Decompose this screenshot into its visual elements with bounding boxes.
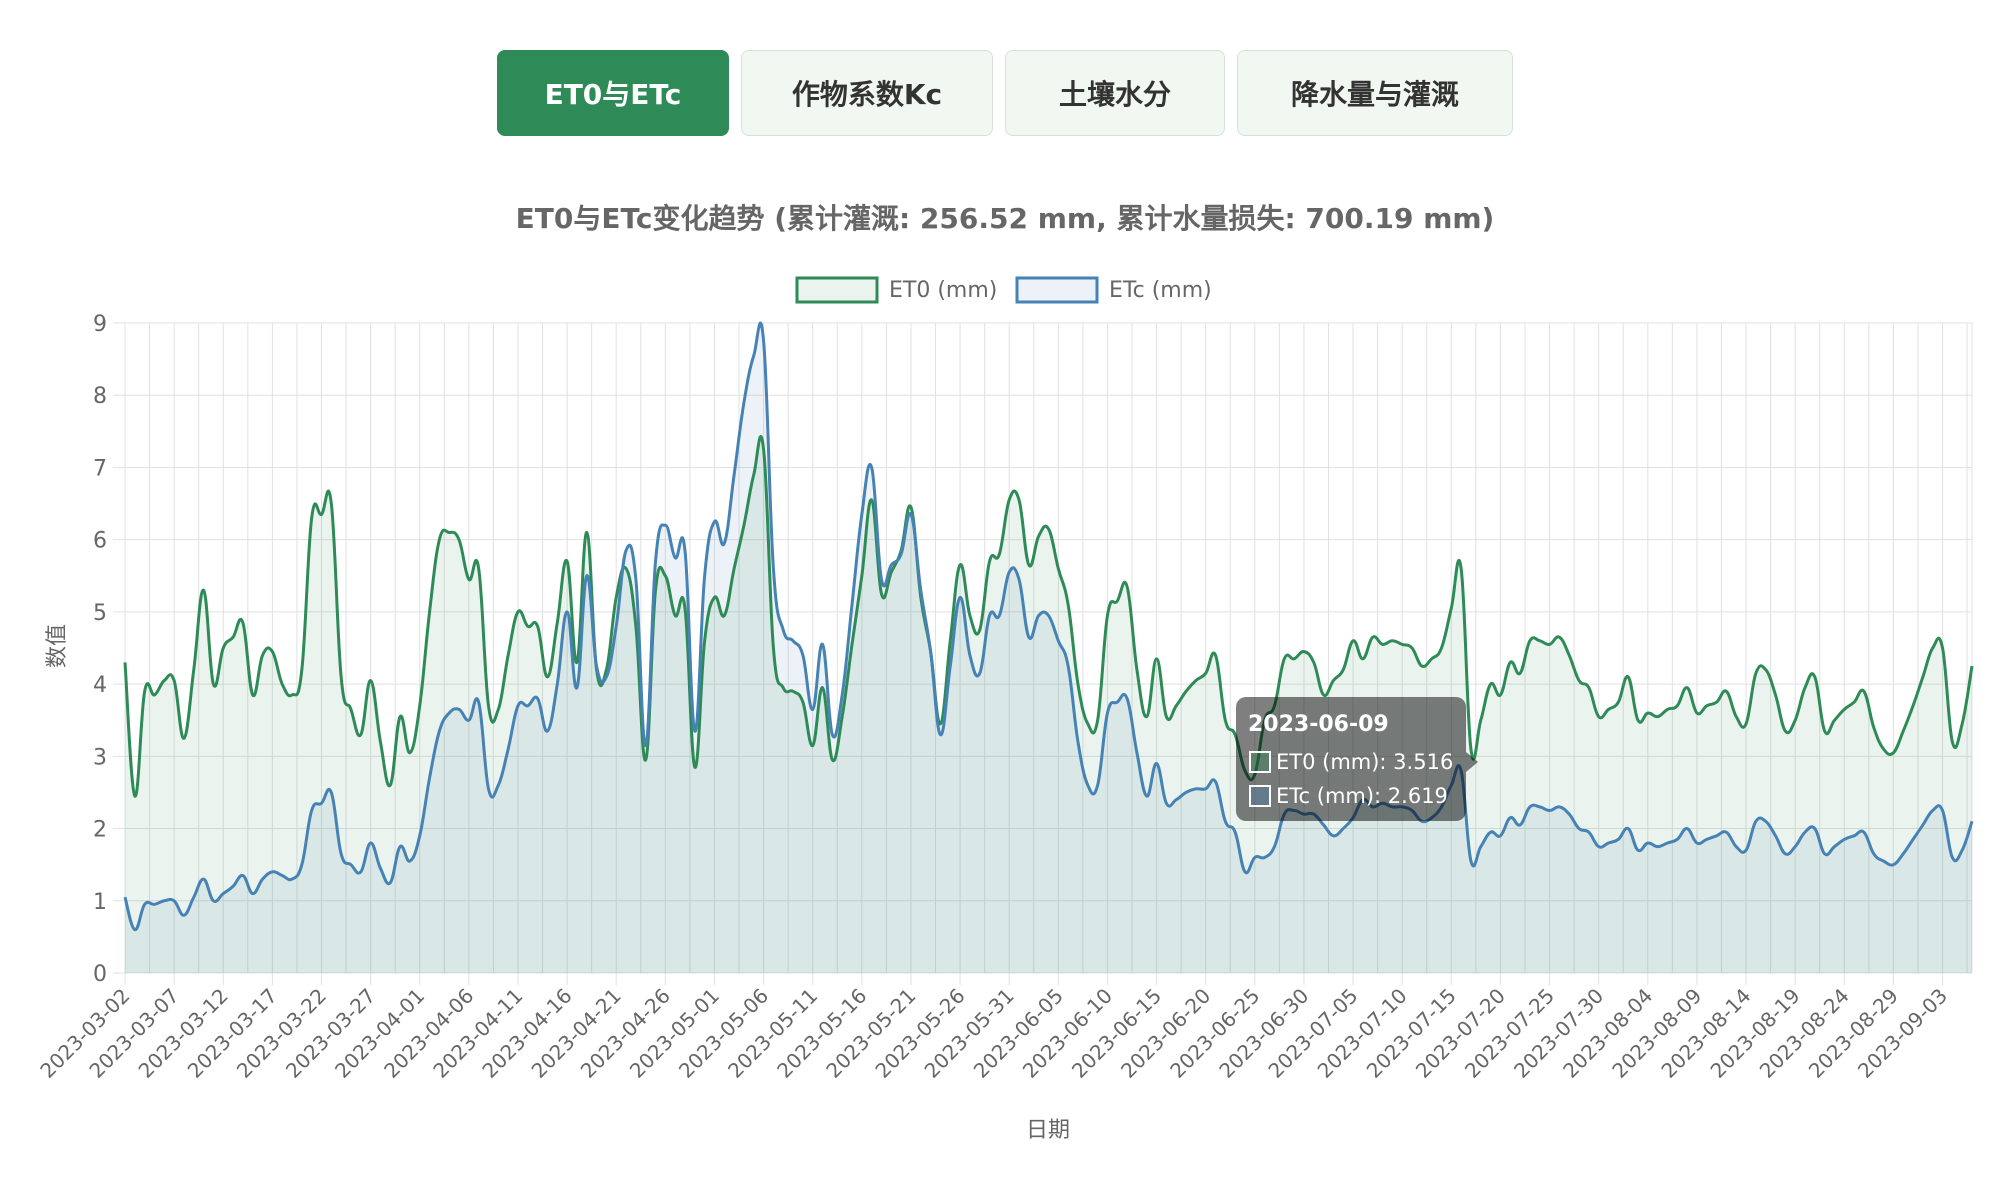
y-tick-label: 1 (93, 890, 107, 915)
y-axis-title: 数值 (45, 624, 70, 668)
y-tick-label: 2 (93, 818, 107, 843)
y-tick-label: 9 (93, 312, 107, 337)
legend-label-etc[interactable]: ETc (mm) (1109, 278, 1212, 303)
tooltip-title: 2023-06-09 (1248, 712, 1389, 737)
et-chart: ET0与ETc变化趋势 (累计灌溉: 256.52 mm, 累计水量损失: 70… (35, 202, 1974, 1143)
y-tick-label: 5 (93, 601, 107, 626)
y-tick-label: 7 (93, 456, 107, 481)
legend-swatch-etc[interactable] (1015, 276, 1099, 304)
x-axis-title: 日期 (1026, 1118, 1070, 1143)
y-tick-label: 8 (93, 384, 107, 409)
legend: ET0 (mm) ETc (mm) (795, 276, 1212, 304)
y-tick-label: 3 (93, 745, 107, 770)
legend-label-et0[interactable]: ET0 (mm) (889, 278, 997, 303)
y-tick-label: 0 (93, 962, 107, 987)
legend-swatch-et0[interactable] (795, 276, 879, 304)
y-tick-label: 6 (93, 529, 107, 554)
chart-title: ET0与ETc变化趋势 (累计灌溉: 256.52 mm, 累计水量损失: 70… (516, 202, 1495, 235)
series-area (123, 321, 1974, 974)
tooltip-swatch-etc (1249, 785, 1271, 807)
y-tick-label: 4 (93, 673, 107, 698)
series-fill-etc (125, 323, 1972, 974)
tooltip-line-etc: ETc (mm): 2.619 (1276, 784, 1448, 808)
tooltip-swatch-et0 (1249, 751, 1271, 773)
tooltip: 2023-06-09 ET0 (mm): 3.516 ETc (mm): 2.6… (1236, 697, 1478, 821)
tooltip-line-et0: ET0 (mm): 3.516 (1276, 750, 1453, 774)
